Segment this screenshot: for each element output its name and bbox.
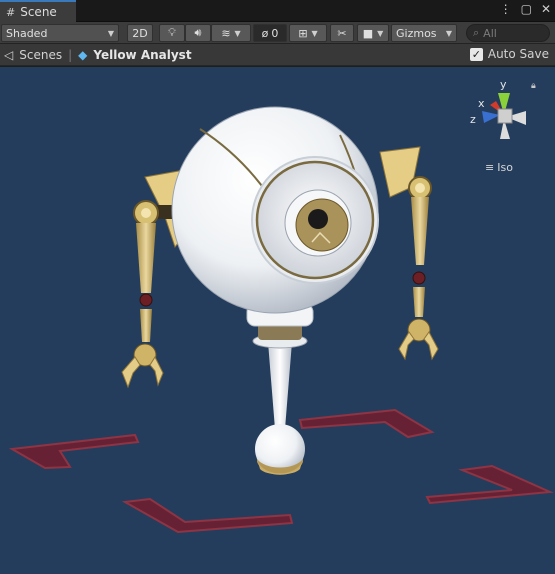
- kebab-menu-icon[interactable]: ⋮: [500, 2, 512, 16]
- 2d-toggle-label: 2D: [132, 26, 148, 40]
- chevron-down-icon: ▼: [234, 28, 241, 38]
- projection-label: Iso: [497, 161, 513, 174]
- floor-marker-right: [425, 464, 554, 505]
- floor-marker-bottom: [121, 497, 294, 534]
- effects-dropdown[interactable]: ≋ ▼: [211, 24, 251, 42]
- robot-body: [171, 106, 379, 314]
- robot-right-arm: [379, 146, 439, 361]
- gizmo-z-axis[interactable]: [482, 111, 500, 123]
- audio-toggle-button[interactable]: 🔊︎: [185, 24, 211, 42]
- auto-save-toggle[interactable]: ✓ Auto Save: [469, 47, 549, 61]
- chevron-down-icon: ▼: [311, 28, 318, 38]
- camera-icon: ■: [362, 26, 374, 40]
- shading-mode-dropdown[interactable]: Shaded ▼: [1, 24, 119, 42]
- hidden-object-count: 0: [271, 26, 279, 40]
- breadcrumb-separator: |: [68, 47, 73, 62]
- tab-bar: # Scene ⋮ ▢ ✕: [0, 0, 555, 22]
- tools-button[interactable]: ✂: [330, 24, 354, 42]
- scene-search-input[interactable]: ⌕ All: [466, 24, 550, 42]
- layers-icon: ≋: [221, 26, 231, 40]
- lighting-toggle-button[interactable]: 💡︎: [159, 24, 185, 42]
- hamburger-icon: ≡: [485, 161, 495, 174]
- search-placeholder: All: [483, 26, 497, 40]
- grid-icon: #: [6, 5, 16, 19]
- search-icon: ⌕: [473, 26, 480, 39]
- 2d-toggle-button[interactable]: 2D: [127, 24, 153, 42]
- chevron-down-icon: ▼: [107, 28, 114, 38]
- breadcrumb-scenes[interactable]: Scenes: [19, 48, 62, 62]
- gizmo-z-label: z: [470, 113, 476, 126]
- auto-save-label: Auto Save: [487, 47, 549, 61]
- lightbulb-icon: 💡︎: [168, 26, 176, 39]
- cube-icon: ◆: [78, 47, 88, 62]
- chevron-down-icon: ▼: [377, 28, 384, 38]
- camera-dropdown[interactable]: ■ ▼: [357, 24, 389, 42]
- chevron-down-icon: ▼: [445, 28, 452, 38]
- grid-snapping-dropdown[interactable]: ⊞ ▼: [289, 24, 327, 42]
- maximize-icon[interactable]: ▢: [521, 2, 532, 16]
- floor-marker-top: [298, 408, 435, 439]
- shading-mode-value: Shaded: [6, 26, 48, 40]
- gizmo-y-label: y: [500, 78, 507, 91]
- tools-icon: ✂: [337, 26, 347, 40]
- robot-stem: [246, 303, 314, 475]
- speaker-icon: 🔊︎: [194, 26, 202, 39]
- gizmos-dropdown[interactable]: Gizmos ▼: [391, 24, 457, 42]
- window-controls: ⋮ ▢ ✕: [500, 2, 551, 16]
- scene-visibility-toggle[interactable]: ø 0: [253, 24, 287, 42]
- scene-toolbar: Shaded ▼ 2D 💡︎ 🔊︎ ≋ ▼ ø 0 ⊞ ▼ ✂ ■ ▼ Gizm…: [0, 22, 555, 44]
- auto-save-checkbox[interactable]: ✓: [469, 47, 483, 61]
- close-icon[interactable]: ✕: [541, 2, 551, 16]
- grid-snap-icon: ⊞: [298, 26, 308, 40]
- breadcrumb: ◁ Scenes | ◆ Yellow Analyst ✓ Auto Save: [0, 44, 555, 66]
- gizmos-label: Gizmos: [396, 26, 437, 40]
- eye-hidden-icon: ø: [261, 26, 269, 40]
- tab-scene-label: Scene: [20, 5, 57, 19]
- back-arrow-icon[interactable]: ◁: [4, 48, 13, 62]
- breadcrumb-object[interactable]: Yellow Analyst: [93, 48, 191, 62]
- projection-toggle[interactable]: ≡ Iso: [485, 161, 513, 174]
- floor-marker-left: [8, 433, 140, 470]
- tab-scene[interactable]: # Scene: [0, 0, 76, 22]
- lock-icon[interactable]: 🔒︎: [531, 81, 536, 91]
- gizmo-x-label: x: [478, 97, 485, 110]
- scene-viewport[interactable]: y x z 🔒︎ ≡ Iso: [0, 67, 555, 574]
- orientation-gizmo[interactable]: y x z: [470, 77, 540, 157]
